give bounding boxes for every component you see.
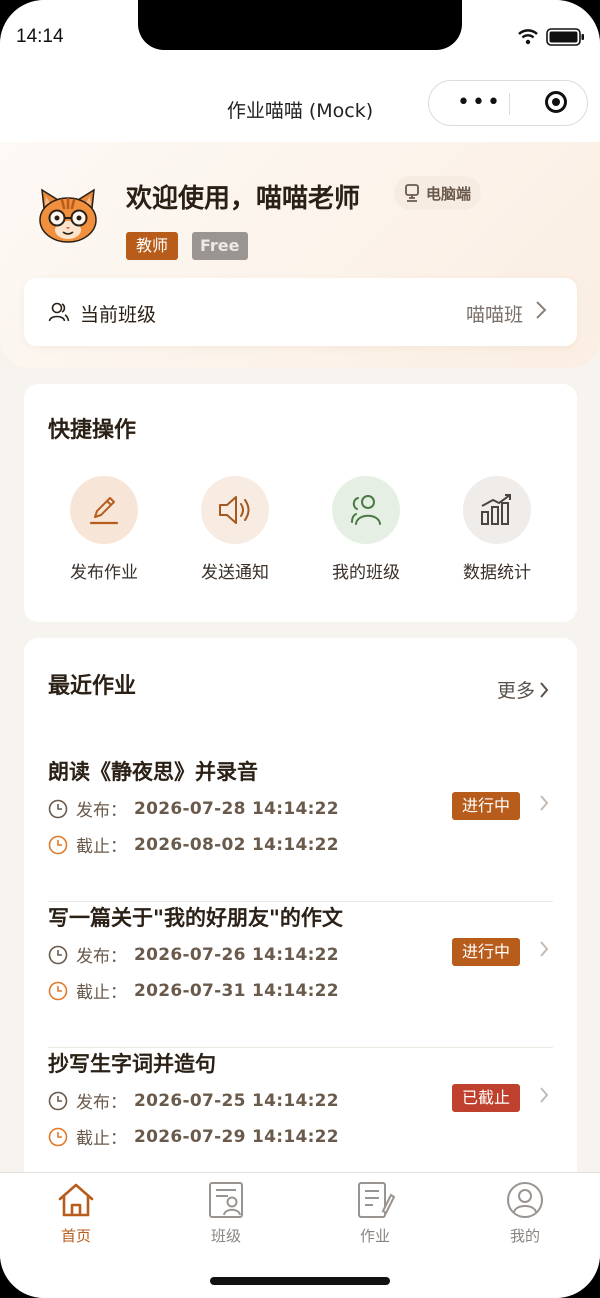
tab-class[interactable]: 班级 xyxy=(176,1181,276,1246)
home-icon xyxy=(58,1183,94,1217)
quick-action-notify[interactable]: 发送通知 xyxy=(175,476,295,583)
clock-icon xyxy=(48,945,68,964)
status-badge: 进行中 xyxy=(451,938,520,966)
publish-date: 2026-07-25 14:14:22 xyxy=(134,1090,339,1111)
status-time: 14:14 xyxy=(16,26,64,47)
deadline-label: 截止： xyxy=(76,1129,127,1149)
nav-bar: 作业喵喵 (Mock) ••• xyxy=(0,70,600,142)
quick-actions-title: 快捷操作 xyxy=(48,418,137,443)
phone-screen: 14:14 作业喵喵 (Mock) ••• 欢迎使用，喵喵老师 电脑端 教师 F… xyxy=(0,0,600,1298)
deadline-line: 截止： 2026-07-29 14:14:22 xyxy=(48,1124,339,1149)
more-label: 更多 xyxy=(496,680,535,702)
cat-avatar-icon xyxy=(39,188,97,243)
welcome-greeting: 欢迎使用，喵喵老师 xyxy=(126,184,361,214)
more-dots-icon[interactable]: ••• xyxy=(457,92,502,114)
deadline-date: 2026-08-02 14:14:22 xyxy=(134,834,339,855)
more-link[interactable]: 更多 xyxy=(497,676,549,703)
tab-profile[interactable]: 我的 xyxy=(475,1181,575,1246)
tab-label: 班级 xyxy=(210,1227,241,1245)
deadline-date: 2026-07-31 14:14:22 xyxy=(134,980,339,1001)
publish-date: 2026-07-26 14:14:22 xyxy=(134,944,339,965)
profile-icon xyxy=(507,1182,543,1218)
clock-icon xyxy=(48,835,68,854)
current-class-value: 喵喵班 xyxy=(465,304,523,326)
tab-label: 我的 xyxy=(509,1227,540,1245)
home-indicator xyxy=(210,1277,390,1285)
quick-action-label: 数据统计 xyxy=(463,563,531,583)
status-icons xyxy=(518,28,586,46)
chevron-right-icon xyxy=(536,301,547,319)
desktop-badge[interactable]: 电脑端 xyxy=(394,176,482,210)
publish-line: 发布： 2026-07-25 14:14:22 xyxy=(48,1088,339,1113)
current-class-label: 当前班级 xyxy=(80,304,157,326)
chevron-right-icon xyxy=(540,941,549,957)
deadline-line: 截止： 2026-08-02 14:14:22 xyxy=(48,832,339,857)
quick-action-publish[interactable]: 发布作业 xyxy=(44,476,164,583)
camera-notch xyxy=(138,0,462,50)
edit-pen-icon xyxy=(70,476,138,544)
publish-line: 发布： 2026-07-28 14:14:22 xyxy=(48,796,339,821)
user-outline-icon xyxy=(48,302,70,322)
speaker-icon xyxy=(201,476,269,544)
publish-date: 2026-07-28 14:14:22 xyxy=(134,798,339,819)
status-badge: 已截止 xyxy=(451,1084,520,1112)
tab-homework[interactable]: 作业 xyxy=(325,1181,425,1246)
quick-action-label: 发送通知 xyxy=(201,563,269,583)
current-class-bar[interactable]: 当前班级 喵喵班 xyxy=(24,278,577,346)
homework-item[interactable]: 写一篇关于"我的好朋友"的作文 发布： 2026-07-26 14:14:22 … xyxy=(24,902,577,1048)
recent-homework-card: 最近作业 更多 朗读《静夜思》并录音 发布： 2026-07-28 14:14:… xyxy=(24,638,577,1198)
quick-action-label: 发布作业 xyxy=(70,563,138,583)
tab-home[interactable]: 首页 xyxy=(26,1181,126,1246)
clock-icon xyxy=(48,1091,68,1110)
homework-title: 写一篇关于"我的好朋友"的作文 xyxy=(48,906,343,930)
close-target-icon[interactable] xyxy=(545,91,567,113)
quick-actions-card: 快捷操作 发布作业 发送通知 我的班级 数据统计 xyxy=(24,384,577,622)
bar-chart-icon xyxy=(463,476,531,544)
welcome-header: 欢迎使用，喵喵老师 电脑端 教师 Free 当前班级 喵喵班 xyxy=(0,142,600,368)
deadline-label: 截止： xyxy=(76,837,127,857)
recent-homework-title: 最近作业 xyxy=(48,674,137,699)
tab-label: 作业 xyxy=(359,1227,390,1245)
publish-label: 发布： xyxy=(76,947,127,967)
battery-icon xyxy=(546,28,584,46)
homework-title: 朗读《静夜思》并录音 xyxy=(48,760,258,784)
publish-label: 发布： xyxy=(76,801,127,821)
homework-icon xyxy=(358,1182,396,1218)
homework-title: 抄写生字词并造句 xyxy=(48,1052,216,1076)
status-bar: 14:14 xyxy=(0,0,600,70)
publish-line: 发布： 2026-07-26 14:14:22 xyxy=(48,942,339,967)
class-icon xyxy=(209,1182,243,1218)
clock-icon xyxy=(48,981,68,1000)
tab-bar: 首页 班级 作业 我的 xyxy=(0,1172,600,1298)
quick-action-stats[interactable]: 数据统计 xyxy=(437,476,557,583)
tab-label: 首页 xyxy=(60,1227,91,1245)
role-tag: 教师 xyxy=(126,232,179,260)
deadline-date: 2026-07-29 14:14:22 xyxy=(134,1126,339,1147)
users-icon xyxy=(332,476,400,544)
deadline-label: 截止： xyxy=(76,983,127,1003)
chevron-right-icon xyxy=(540,1087,549,1103)
status-badge: 进行中 xyxy=(451,792,520,820)
publish-label: 发布： xyxy=(76,1093,127,1113)
quick-action-label: 我的班级 xyxy=(332,563,400,583)
desktop-badge-label: 电脑端 xyxy=(426,184,472,203)
deadline-line: 截止： 2026-07-31 14:14:22 xyxy=(48,978,339,1003)
chevron-right-icon xyxy=(540,795,549,811)
clock-icon xyxy=(48,1127,68,1146)
desktop-icon xyxy=(405,184,419,202)
wifi-icon xyxy=(518,29,538,45)
capsule-divider xyxy=(509,93,510,115)
chevron-right-icon xyxy=(540,681,549,698)
clock-icon xyxy=(48,799,68,818)
quick-action-classes[interactable]: 我的班级 xyxy=(306,476,426,583)
homework-item[interactable]: 朗读《静夜思》并录音 发布： 2026-07-28 14:14:22 截止： 2… xyxy=(24,756,577,902)
mini-program-capsule: ••• xyxy=(428,80,588,126)
plan-tag: Free xyxy=(192,232,248,260)
